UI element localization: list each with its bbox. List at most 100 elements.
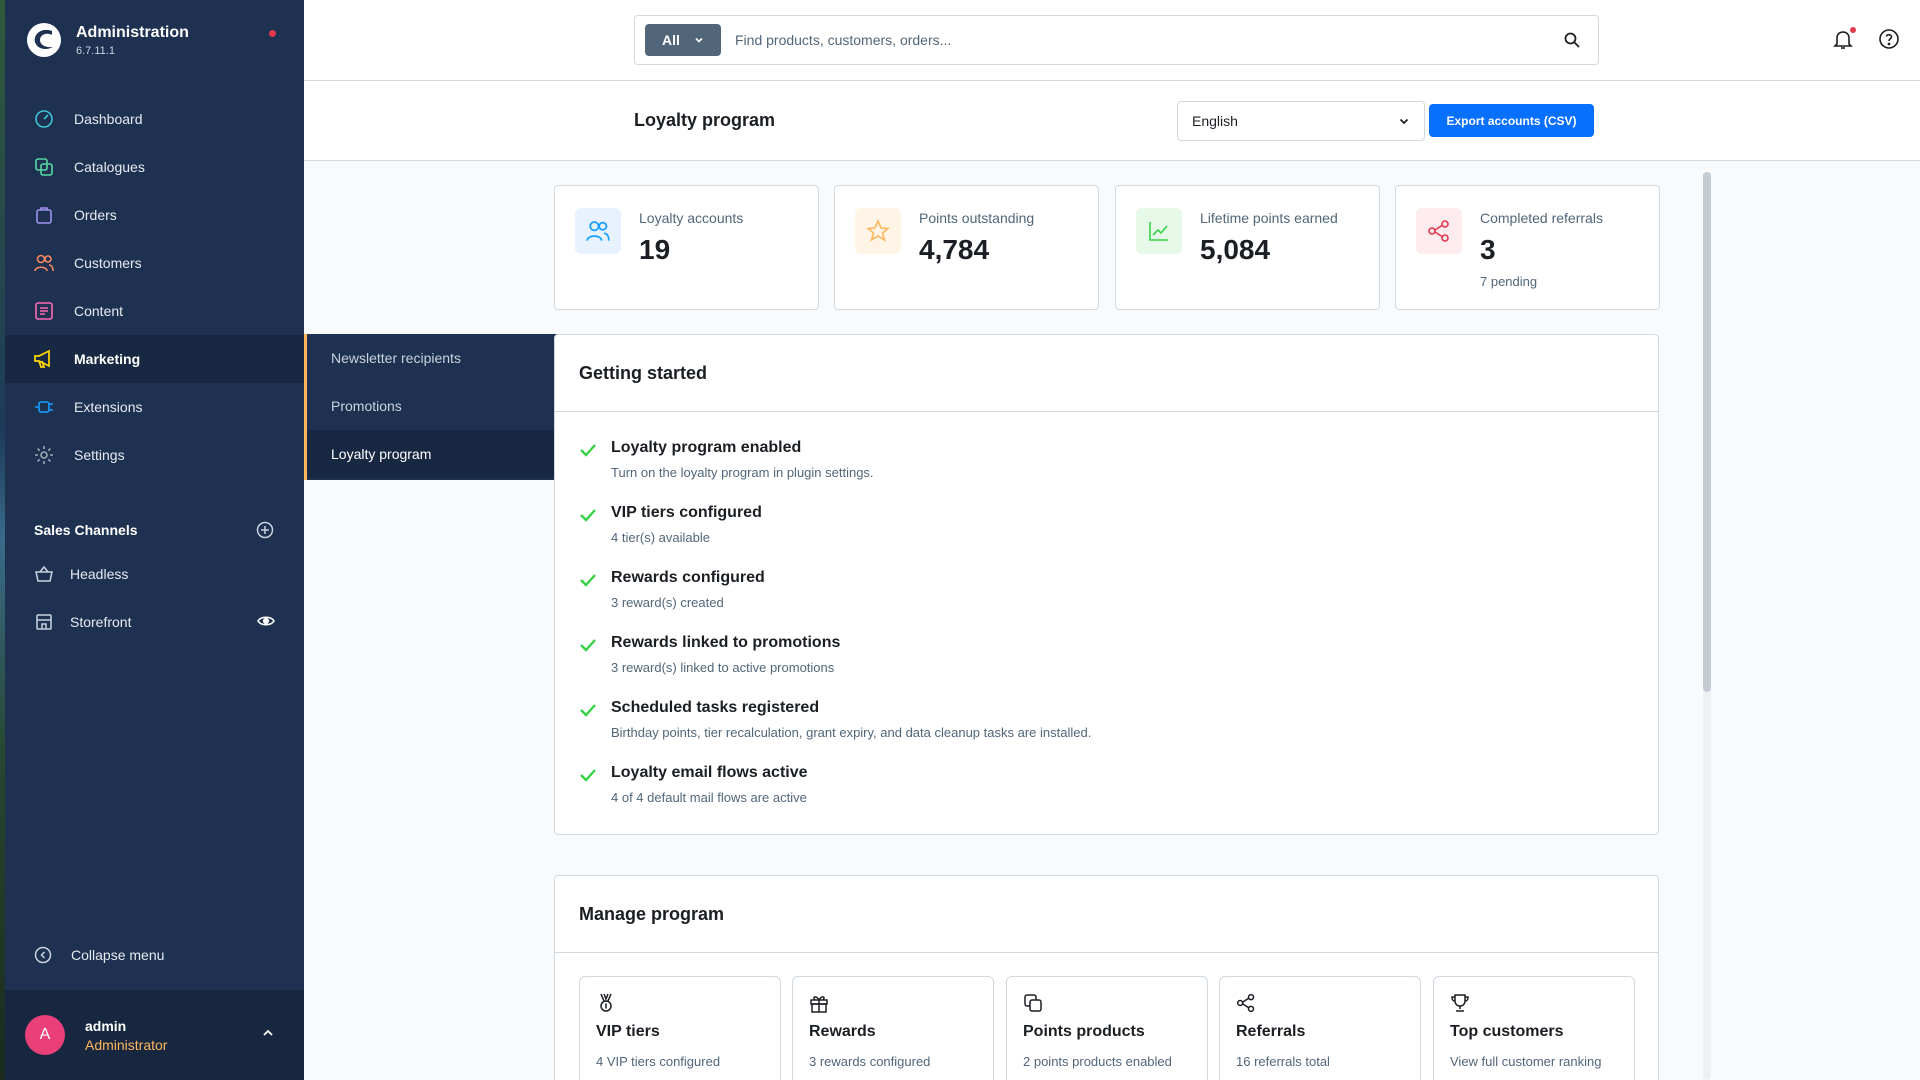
scrollbar-thumb[interactable] bbox=[1703, 172, 1711, 692]
tile-sub: 2 points products enabled bbox=[1023, 1054, 1172, 1069]
flyout-item-loyalty[interactable]: Loyalty program bbox=[307, 430, 564, 478]
tile-rewards[interactable]: Rewards 3 rewards configured bbox=[792, 976, 994, 1080]
stat-value: 3 bbox=[1480, 234, 1496, 265]
export-accounts-button[interactable]: Export accounts (CSV) bbox=[1429, 104, 1594, 137]
users-icon bbox=[575, 208, 621, 254]
tile-sub: View full customer ranking bbox=[1450, 1054, 1602, 1069]
brand[interactable]: Administration 6.7.11.1 bbox=[26, 22, 189, 58]
check-icon bbox=[580, 444, 596, 457]
help-icon[interactable] bbox=[1878, 28, 1900, 50]
stat-card-lifetime-points: Lifetime points earned 5,084 bbox=[1115, 185, 1380, 310]
checklist-title: Rewards configured bbox=[611, 569, 765, 586]
gear-icon bbox=[33, 444, 55, 466]
add-sales-channel-icon[interactable] bbox=[256, 521, 274, 539]
tile-title: Referrals bbox=[1236, 1023, 1306, 1040]
tile-top-customers[interactable]: Top customers View full customer ranking bbox=[1433, 976, 1635, 1080]
checklist-title: Rewards linked to promotions bbox=[611, 634, 841, 651]
checklist-sub: 4 tier(s) available bbox=[611, 530, 710, 545]
tile-title: VIP tiers bbox=[596, 1023, 660, 1040]
marketing-flyout: Newsletter recipients Promotions Loyalty… bbox=[304, 334, 564, 480]
megaphone-icon bbox=[33, 348, 55, 370]
nav-item-customers[interactable]: Customers bbox=[5, 239, 304, 287]
check-icon bbox=[580, 574, 596, 587]
nav-label: Content bbox=[74, 303, 124, 319]
nav-item-settings[interactable]: Settings bbox=[5, 431, 304, 479]
flyout-item-promotions[interactable]: Promotions bbox=[307, 382, 564, 430]
tile-vip-tiers[interactable]: VIP tiers 4 VIP tiers configured bbox=[579, 976, 781, 1080]
search-icon[interactable] bbox=[1564, 32, 1580, 48]
tile-sub: 16 referrals total bbox=[1236, 1054, 1330, 1069]
stat-label: Completed referrals bbox=[1480, 210, 1603, 226]
products-icon bbox=[33, 156, 55, 178]
notification-dot bbox=[1850, 27, 1856, 33]
check-icon bbox=[580, 704, 596, 717]
share-icon bbox=[1236, 993, 1255, 1013]
shopware-logo-icon bbox=[27, 23, 61, 57]
stat-label: Loyalty accounts bbox=[639, 210, 744, 226]
shopping-bag-icon bbox=[33, 204, 55, 226]
collapse-menu[interactable]: Collapse menu bbox=[34, 946, 164, 964]
flyout-item-newsletter[interactable]: Newsletter recipients bbox=[307, 334, 564, 382]
nav-item-extensions[interactable]: Extensions bbox=[5, 383, 304, 431]
card-title: Manage program bbox=[555, 876, 1658, 953]
tile-referrals[interactable]: Referrals 16 referrals total bbox=[1219, 976, 1421, 1080]
tile-points-products[interactable]: Points products 2 points products enable… bbox=[1006, 976, 1208, 1080]
smart-bar: Loyalty program English Export accounts … bbox=[304, 81, 1920, 161]
stat-value: 4,784 bbox=[919, 234, 990, 265]
checklist-sub: Turn on the loyalty program in plugin se… bbox=[611, 465, 874, 480]
checklist-sub: 4 of 4 default mail flows are active bbox=[611, 790, 807, 805]
nav-label: Customers bbox=[74, 255, 142, 271]
users-icon bbox=[33, 252, 55, 274]
nav-item-orders[interactable]: Orders bbox=[5, 191, 304, 239]
tile-title: Top customers bbox=[1450, 1023, 1564, 1040]
checklist-title: Loyalty program enabled bbox=[611, 439, 802, 456]
top-header: All bbox=[304, 0, 1920, 81]
user-menu[interactable]: A admin Administrator bbox=[5, 990, 304, 1080]
nav-label: Dashboard bbox=[74, 111, 143, 127]
card-title: Getting started bbox=[555, 335, 1658, 412]
language-value: English bbox=[1192, 113, 1238, 129]
eye-icon[interactable] bbox=[257, 612, 275, 630]
share-icon bbox=[1416, 208, 1462, 254]
checklist-title: Scheduled tasks registered bbox=[611, 699, 820, 716]
nav-item-dashboard[interactable]: Dashboard bbox=[5, 95, 304, 143]
search-type-select[interactable]: All bbox=[645, 24, 721, 56]
search-type-label: All bbox=[662, 32, 680, 48]
content-icon bbox=[33, 300, 55, 322]
main-nav: Dashboard Catalogues Orders Customers Co… bbox=[5, 95, 304, 479]
sidebar: Administration 6.7.11.1 Dashboard Catalo… bbox=[0, 0, 304, 1080]
stat-value: 19 bbox=[639, 234, 671, 265]
stat-card-points-outstanding: Points outstanding 4,784 bbox=[834, 185, 1099, 310]
trophy-icon bbox=[1451, 994, 1469, 1012]
nav-label: Marketing bbox=[74, 351, 141, 367]
collapse-label: Collapse menu bbox=[71, 947, 165, 963]
nav-label: Orders bbox=[74, 207, 117, 223]
nav-item-catalogues[interactable]: Catalogues bbox=[5, 143, 304, 191]
gauge-icon bbox=[33, 108, 55, 130]
stat-label: Lifetime points earned bbox=[1200, 210, 1338, 226]
nav-label: Catalogues bbox=[74, 159, 145, 175]
nav-item-content[interactable]: Content bbox=[5, 287, 304, 335]
nav-item-marketing[interactable]: Marketing bbox=[5, 335, 304, 383]
chevron-up-icon bbox=[263, 1029, 273, 1036]
nav-label: Extensions bbox=[74, 399, 143, 415]
avatar: A bbox=[25, 1015, 65, 1055]
chevron-down-icon bbox=[695, 37, 703, 43]
chevron-down-icon bbox=[1399, 118, 1409, 125]
sales-channel-storefront[interactable]: Storefront bbox=[5, 598, 304, 646]
tile-title: Rewards bbox=[809, 1023, 876, 1040]
checklist-sub: Birthday points, tier recalculation, gra… bbox=[611, 725, 1092, 740]
sales-channel-headless[interactable]: Headless bbox=[5, 550, 304, 598]
search-input[interactable] bbox=[735, 32, 1564, 48]
copy-icon bbox=[1024, 994, 1042, 1012]
storefront-icon bbox=[33, 611, 55, 633]
nav-label: Settings bbox=[74, 447, 125, 463]
chevron-left-circle-icon bbox=[34, 946, 52, 964]
language-select[interactable]: English bbox=[1177, 101, 1425, 141]
status-dot bbox=[269, 30, 276, 37]
tile-sub: 3 rewards configured bbox=[809, 1054, 931, 1069]
checklist-title: VIP tiers configured bbox=[611, 504, 762, 521]
sales-channels-title: Sales Channels bbox=[34, 522, 138, 538]
stat-card-loyalty-accounts: Loyalty accounts 19 bbox=[554, 185, 819, 310]
medal-icon bbox=[600, 993, 612, 1012]
